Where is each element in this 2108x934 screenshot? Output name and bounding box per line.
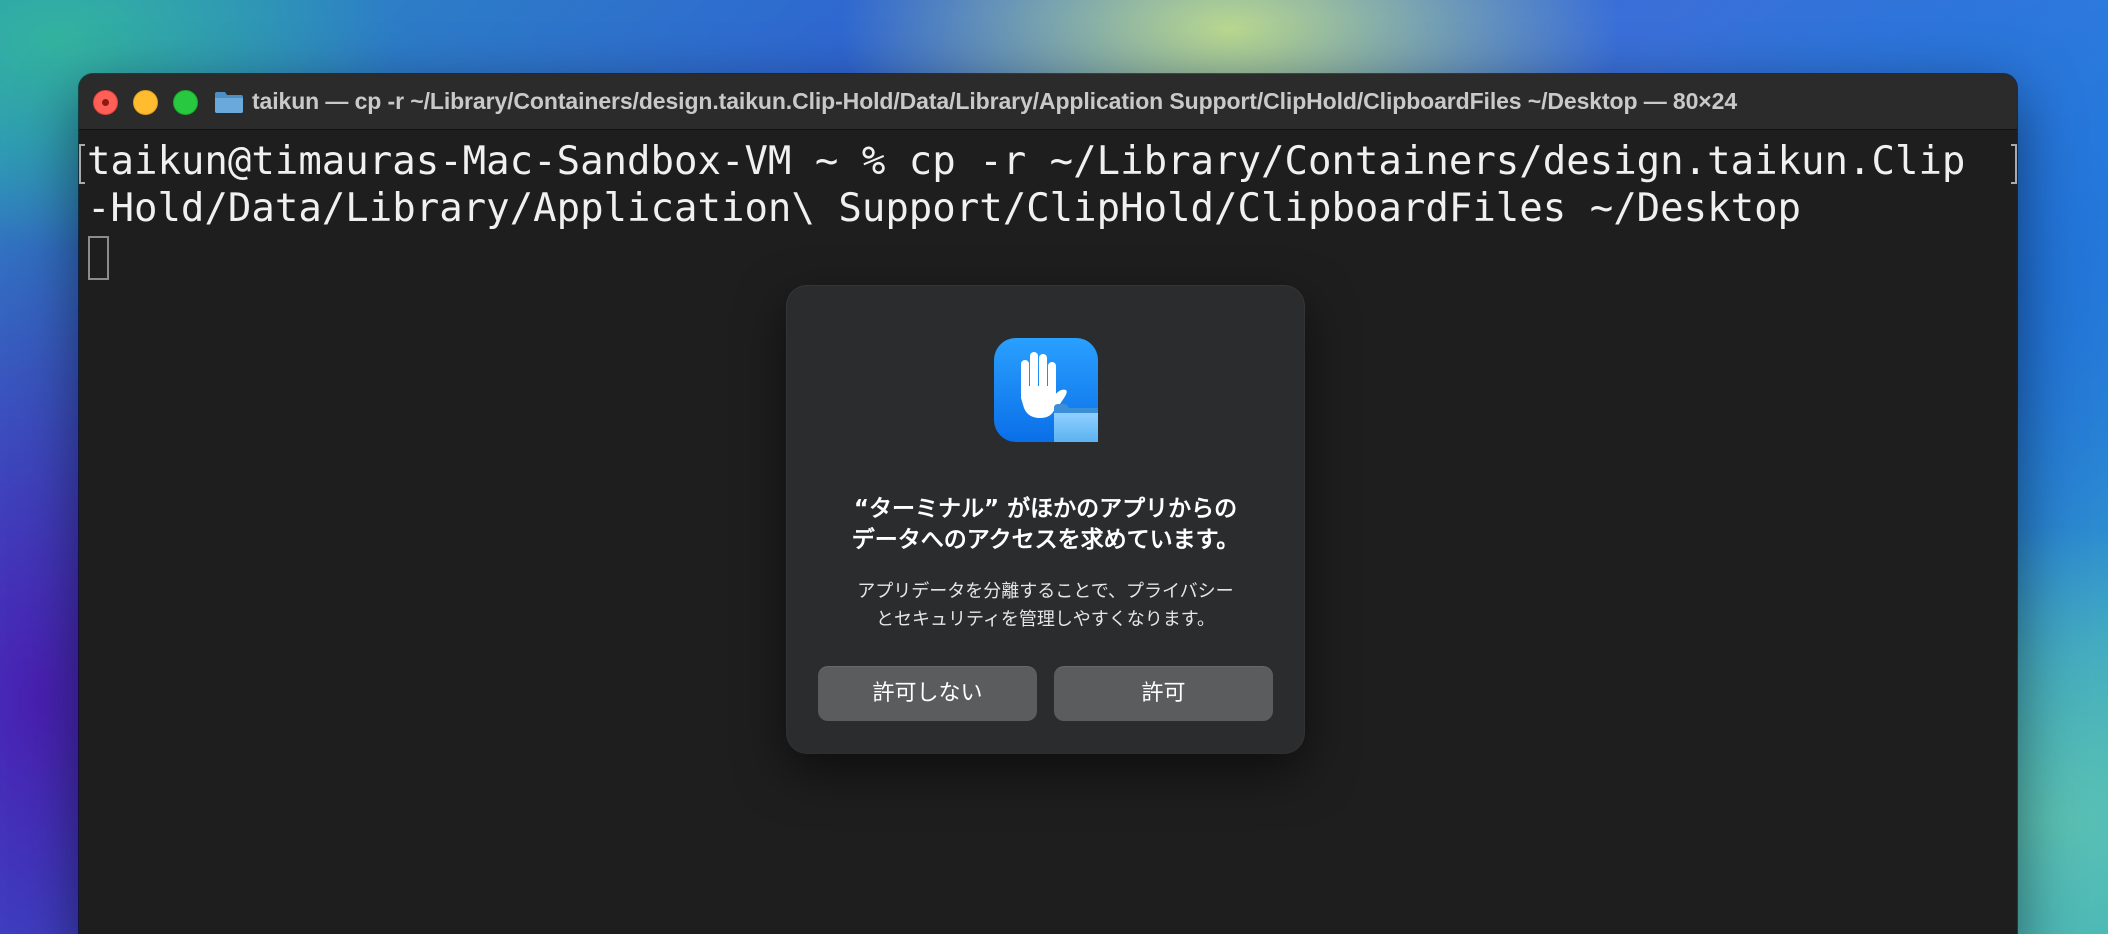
allow-button[interactable]: 許可 (1054, 666, 1273, 721)
dialog-title: “ターミナル” がほかのアプリからの データへのアクセスを求めています。 (807, 494, 1284, 556)
window-title: taikun — cp -r ~/Library/Containers/desi… (252, 88, 1738, 114)
dialog-message-line-2: とセキュリティを管理しやすくなります。 (876, 609, 1215, 630)
deny-button[interactable]: 許可しない (818, 666, 1037, 721)
dialog-message: アプリデータを分離することで、プライバシー とセキュリティを管理しやすくなります… (807, 578, 1284, 634)
permission-dialog: “ターミナル” がほかのアプリからの データへのアクセスを求めています。 アプリ… (787, 286, 1304, 753)
folder-icon (215, 91, 243, 113)
title-bar[interactable]: taikun — cp -r ~/Library/Containers/desi… (79, 74, 2017, 130)
minimize-button[interactable] (133, 90, 158, 115)
zoom-button[interactable] (173, 90, 198, 115)
terminal-cursor (88, 236, 109, 280)
window-title-group: taikun — cp -r ~/Library/Containers/desi… (214, 74, 1737, 129)
dialog-title-line-1: “ターミナル” がほかのアプリからの (853, 496, 1238, 522)
terminal-line-2: -Hold/Data/Library/Application\ Support/… (87, 186, 1802, 231)
line-marker-left (79, 144, 85, 184)
close-button[interactable] (93, 90, 118, 115)
dialog-title-line-2: データへのアクセスを求めています。 (851, 527, 1240, 553)
line-marker-right (2011, 144, 2017, 184)
terminal-line-1: taikun@timauras-Mac-Sandbox-VM ~ % cp -r… (87, 139, 1966, 184)
hand-folder-icon (994, 338, 1098, 442)
dialog-message-line-1: アプリデータを分離することで、プライバシー (857, 581, 1234, 602)
